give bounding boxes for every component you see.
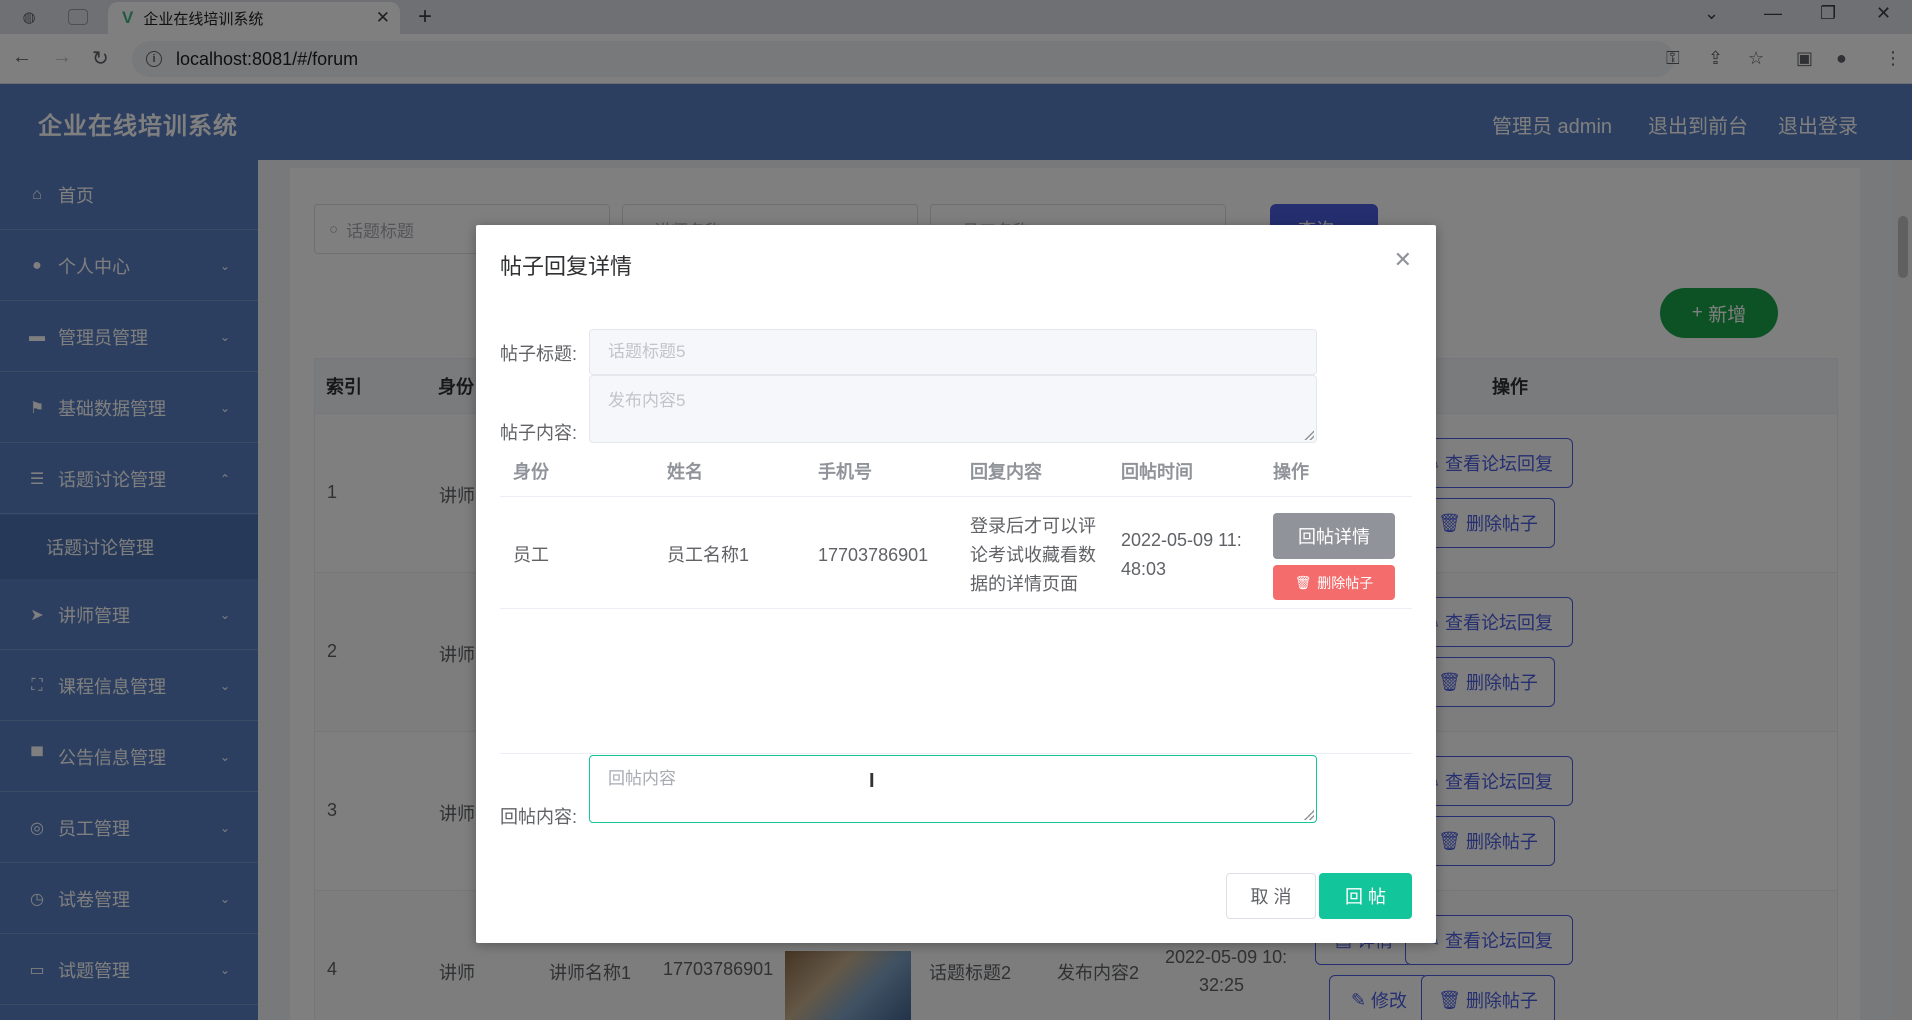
reply-name: 员工名称1 bbox=[667, 545, 750, 565]
cancel-button[interactable]: 取 消 bbox=[1226, 873, 1316, 919]
reply-phone: 17703786901 bbox=[818, 545, 929, 565]
divider bbox=[500, 496, 1412, 497]
post-title-label: 帖子标题: bbox=[500, 344, 578, 364]
post-title-field: 话题标题5 bbox=[589, 329, 1317, 375]
reply-time: 2022-05-09 11:48:03 bbox=[1121, 530, 1242, 579]
reply-identity: 员工 bbox=[513, 545, 549, 565]
reply-col-time: 回帖时间 bbox=[1121, 462, 1193, 482]
reply-col-content: 回复内容 bbox=[970, 462, 1042, 482]
text-cursor-icon: I bbox=[869, 770, 875, 792]
resize-grip-icon[interactable] bbox=[1304, 430, 1314, 440]
delete-reply-button[interactable]: 🗑 删除帖子 bbox=[1273, 565, 1395, 600]
reply-col-name: 姓名 bbox=[667, 462, 703, 482]
reply-detail-button[interactable]: 回帖详情 bbox=[1273, 513, 1395, 559]
post-content-label: 帖子内容: bbox=[500, 423, 578, 443]
divider bbox=[500, 608, 1412, 609]
trash-icon: 🗑 bbox=[1294, 574, 1312, 590]
post-content-field: 发布内容5 bbox=[589, 375, 1317, 443]
submit-reply-button[interactable]: 回 帖 bbox=[1319, 873, 1412, 919]
divider bbox=[500, 753, 1412, 754]
reply-col-phone: 手机号 bbox=[818, 462, 872, 482]
close-icon[interactable]: ✕ bbox=[1394, 247, 1412, 273]
reply-detail-dialog: 帖子回复详情 ✕ 帖子标题: 话题标题5 帖子内容: 发布内容5 身份 姓名 手… bbox=[476, 225, 1436, 943]
reply-content-input[interactable]: 回帖内容 I bbox=[589, 755, 1317, 823]
reply-col-identity: 身份 bbox=[513, 462, 549, 482]
reply-content-label: 回帖内容: bbox=[500, 807, 578, 827]
resize-grip-icon[interactable] bbox=[1304, 810, 1314, 820]
reply-col-ops: 操作 bbox=[1273, 462, 1309, 482]
reply-content: 登录后才可以评论考试收藏看数据的详情页面 bbox=[970, 516, 1096, 594]
dialog-title: 帖子回复详情 bbox=[500, 254, 633, 279]
